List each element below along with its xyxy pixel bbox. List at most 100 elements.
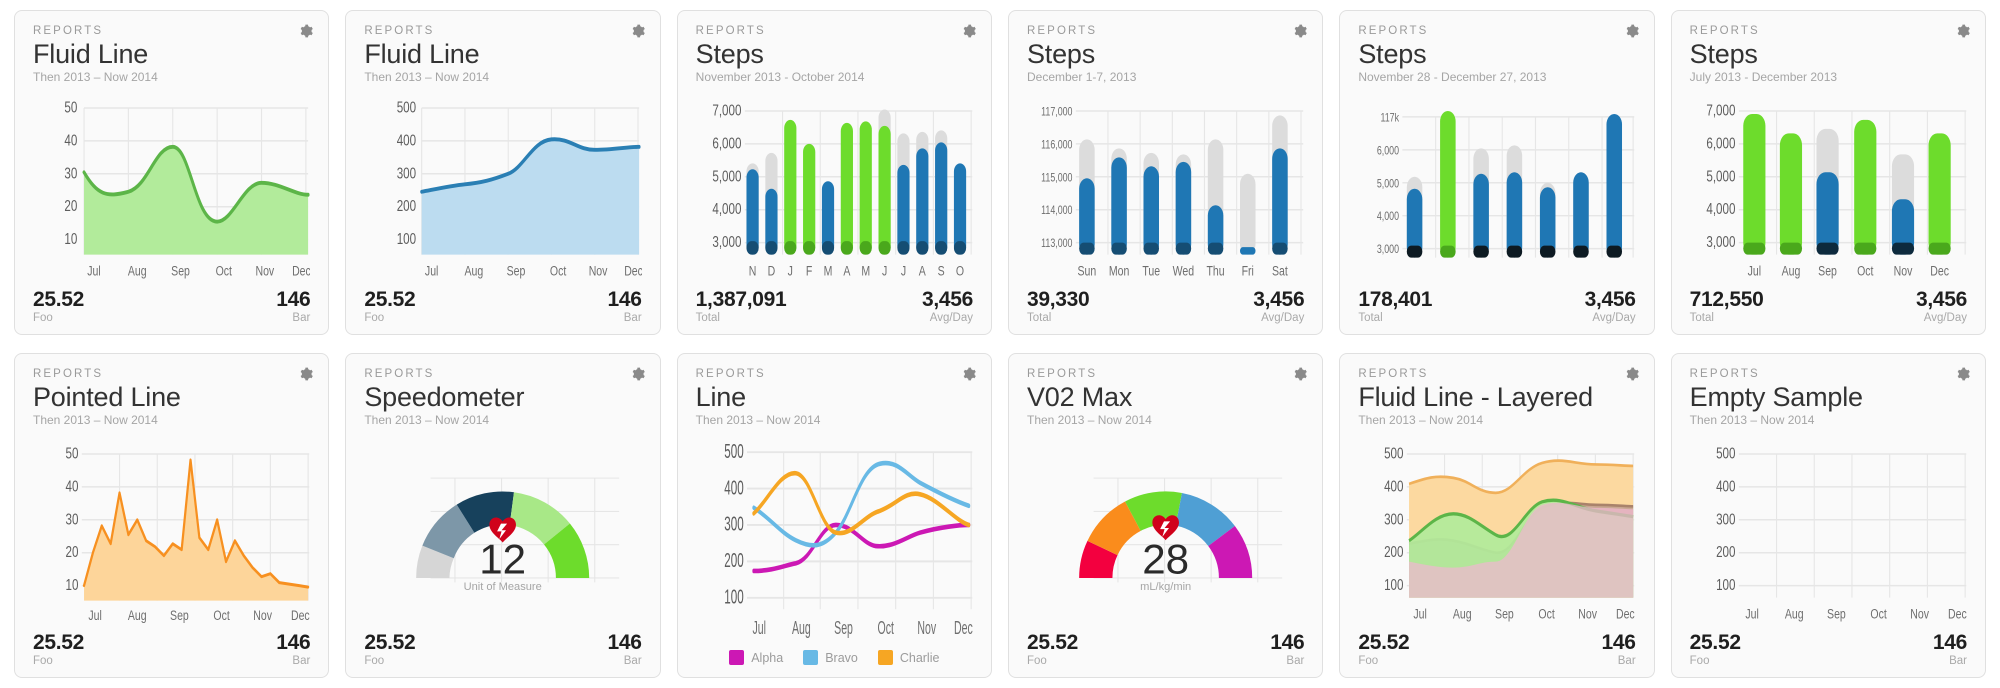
stat-left-label: Total [695,312,720,324]
stat-left-label: Foo [1689,655,1710,667]
card-subtitle: December 1-7, 2013 [1027,70,1137,85]
stat-left: 1,387,091 Total [695,288,787,324]
stat-left-label: Total [1027,312,1052,324]
stat-left: 39,330 Total [1027,288,1090,324]
svg-text:Jul: Jul [1747,263,1760,279]
card-pointed-line[interactable]: REPORTS Pointed Line Then 2013 – Now 201… [14,353,330,678]
svg-text:100: 100 [1716,576,1736,594]
card-steps-half-year[interactable]: REPORTS Steps July 2013 - December 2013 [1670,10,1986,335]
stat-left-value: 25.52 [364,630,416,654]
svg-text:20: 20 [64,197,77,215]
svg-text:Nov: Nov [255,263,274,279]
gear-icon[interactable] [630,366,646,382]
stat-right-label: Bar [1617,655,1636,667]
svg-text:6,000: 6,000 [1377,144,1399,158]
card-fluid-line-blue[interactable]: REPORTS Fluid Line Then 2013 – Now 2014 [345,10,661,335]
stat-left-value: 25.52 [364,287,416,311]
svg-text:Mon: Mon [1109,263,1130,279]
svg-text:115,000: 115,000 [1041,171,1072,185]
gear-icon[interactable] [1292,366,1308,382]
stat-right: 3,456 Avg/Day [922,288,973,324]
chart-steps-12-month: 7,000 6,000 5,000 4,000 3,000 N D J F M … [696,90,973,285]
svg-text:F: F [806,263,813,279]
card-speedometer[interactable]: REPORTS Speedometer Then 2013 – Now 2014 [345,353,661,678]
legend-swatch-icon [803,650,819,665]
card-footer: 39,330 Total 3,456 Avg/Day [1027,285,1305,324]
svg-text:100: 100 [724,587,743,609]
svg-text:Oct: Oct [1870,606,1887,622]
svg-text:30: 30 [64,164,77,182]
svg-text:Jul: Jul [752,620,765,640]
card-subtitle: Then 2013 – Now 2014 [1358,413,1484,428]
card-subtitle: Then 2013 – Now 2014 [364,70,490,85]
gear-icon[interactable] [298,23,314,39]
card-eyebrow: REPORTS [33,25,104,37]
card-empty-sample[interactable]: REPORTS Empty Sample Then 2013 – Now 201… [1670,353,1986,678]
svg-text:A: A [918,263,926,279]
stat-right: 3,456 Avg/Day [1916,288,1967,324]
svg-text:300: 300 [1716,510,1736,528]
gear-icon[interactable] [1624,366,1640,382]
chart-empty-sample: 500 400 300 200 100 Jul Aug Sep Oct Nov … [1690,433,1967,628]
gear-icon[interactable] [1624,23,1640,39]
svg-text:Aug: Aug [465,263,484,279]
svg-text:5,000: 5,000 [712,167,741,185]
stat-left-label: Foo [364,655,385,667]
svg-text:Wed: Wed [1173,263,1194,279]
svg-text:10: 10 [64,230,77,248]
stat-left: 25.52 Foo [1689,630,1741,667]
card-fluid-line-layered[interactable]: REPORTS Fluid Line - Layered Then 2013 –… [1339,353,1655,678]
gear-icon[interactable] [298,366,314,382]
gear-icon[interactable] [630,23,646,39]
card-subtitle: November 28 - December 27, 2013 [1358,70,1547,85]
card-footer: 25.52 Foo 146 Bar [364,628,642,667]
card-steps-week[interactable]: REPORTS Steps December 1-7, 2013 117,000… [1008,10,1324,335]
svg-text:O: O [956,263,964,279]
card-title: Steps [1689,39,1758,69]
card-eyebrow: REPORTS [33,368,104,380]
gear-icon[interactable] [961,23,977,39]
svg-text:M: M [861,263,870,279]
svg-text:A: A [843,263,851,279]
card-fluid-line-green[interactable]: REPORTS Fluid Line Then 2013 – Now 2014 [14,10,330,335]
stat-left: 178,401 Total [1358,288,1432,324]
legend-item-bravo[interactable]: Bravo [803,650,858,665]
card-eyebrow: REPORTS [1689,25,1760,37]
stat-left-value: 25.52 [33,287,85,311]
svg-text:Oct: Oct [550,263,567,279]
card-line-multi[interactable]: REPORTS Line Then 2013 – Now 2014 500 40… [676,353,992,678]
gauge-unit: Unit of Measure [464,581,542,593]
svg-text:116,000: 116,000 [1041,138,1072,152]
stat-left-value: 25.52 [1689,630,1741,654]
svg-text:Nov: Nov [1893,263,1912,279]
svg-text:400: 400 [1716,477,1736,495]
card-steps-12-month[interactable]: REPORTS Steps November 2013 - October 20… [676,10,992,335]
svg-text:Dec: Dec [1930,263,1949,279]
gauge-value: 12 [480,536,527,583]
stat-right-label: Avg/Day [1923,312,1967,324]
svg-text:Nov: Nov [917,620,936,640]
legend-item-charlie[interactable]: Charlie [877,650,939,665]
svg-text:Sep: Sep [171,263,190,279]
gear-icon[interactable] [961,366,977,382]
svg-text:117,000: 117,000 [1041,105,1072,119]
card-steps-month[interactable]: REPORTS Steps November 28 - December 27,… [1339,10,1655,335]
chart-line-multi: 500 400 300 200 100 Jul Aug Sep Oct Nov … [696,433,973,644]
gear-icon[interactable] [1955,366,1971,382]
svg-text:3,000: 3,000 [712,233,741,251]
svg-text:Sep: Sep [1818,263,1837,279]
stat-right-label: Bar [1286,655,1305,667]
gear-icon[interactable] [1955,23,1971,39]
svg-text:500: 500 [397,98,417,116]
gear-icon[interactable] [1292,23,1308,39]
svg-text:Dec: Dec [1616,606,1635,622]
svg-text:50: 50 [66,444,79,462]
chart-legend: Alpha Bravo Charlie [696,644,973,667]
svg-text:M: M [823,263,832,279]
card-vo2-max[interactable]: REPORTS V02 Max Then 2013 – Now 2014 28 … [1008,353,1324,678]
svg-text:5,000: 5,000 [1377,177,1399,191]
svg-text:Nov: Nov [1910,606,1929,622]
svg-text:113,000: 113,000 [1041,237,1072,251]
legend-item-alpha[interactable]: Alpha [729,650,783,665]
stat-left-label: Foo [1027,655,1047,667]
